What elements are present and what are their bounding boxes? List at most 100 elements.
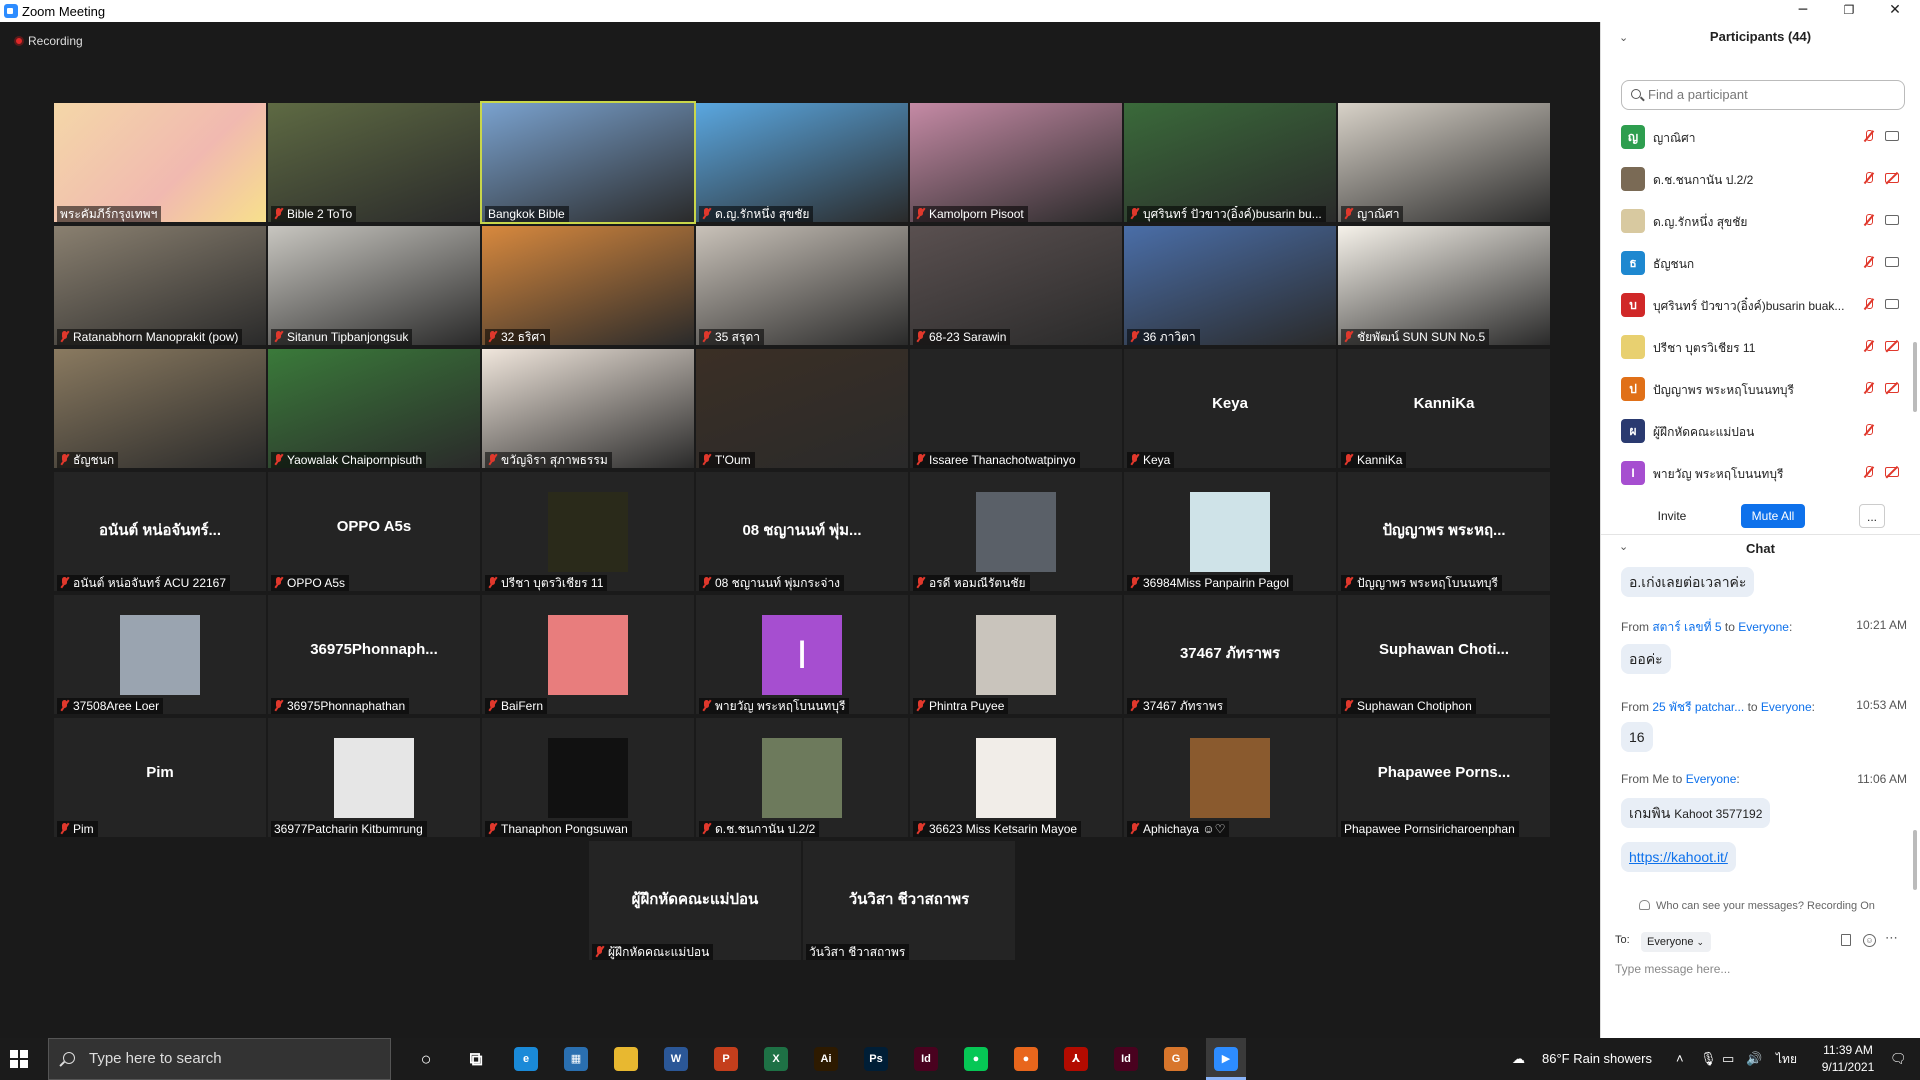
participant-video-tile[interactable]: ญาณิศา bbox=[1338, 103, 1550, 222]
chat-visibility-notice[interactable]: Who can see your messages? Recording On bbox=[1639, 900, 1875, 912]
camera-icon[interactable] bbox=[1885, 215, 1899, 225]
mic-muted-icon[interactable] bbox=[1863, 214, 1874, 227]
photoshop-icon[interactable]: Ps bbox=[864, 1047, 888, 1071]
more-button[interactable]: ... bbox=[1859, 504, 1885, 528]
participant-video-tile[interactable]: Thanaphon Pongsuwan bbox=[482, 718, 694, 837]
participant-video-tile[interactable]: 35 สรุดา bbox=[696, 226, 908, 345]
weather-text[interactable]: 86°F Rain showers bbox=[1542, 1038, 1652, 1080]
participant-video-tile[interactable]: 37508Aree Loer bbox=[54, 595, 266, 714]
cortana-icon[interactable]: ○ bbox=[414, 1047, 438, 1071]
participant-video-tile[interactable]: 36977Patcharin Kitbumrung bbox=[268, 718, 480, 837]
calculator-icon[interactable]: ▦ bbox=[564, 1047, 588, 1071]
participant-video-tile[interactable]: 32 ธริศา bbox=[482, 226, 694, 345]
weather-cloud-icon[interactable]: ☁ bbox=[1512, 1038, 1525, 1080]
network-icon[interactable]: ▭ bbox=[1722, 1038, 1734, 1080]
invite-button[interactable]: Invite bbox=[1647, 504, 1697, 528]
participant-video-tile[interactable]: Keya Keya bbox=[1124, 349, 1336, 468]
minimize-button[interactable]: ─ bbox=[1780, 0, 1826, 22]
camera-icon[interactable] bbox=[1885, 131, 1899, 141]
restore-button[interactable]: ❐ bbox=[1826, 0, 1872, 22]
participant-list-item[interactable]: ป ปัญญาพร พระหฤโบนนทบุรี bbox=[1601, 368, 1907, 408]
camera-off-icon[interactable] bbox=[1885, 467, 1899, 477]
firefox-icon[interactable]: ● bbox=[1014, 1047, 1038, 1071]
participant-video-tile[interactable]: ธัญชนก bbox=[54, 349, 266, 468]
participant-video-tile[interactable]: 36623 Miss Ketsarin Mayoe bbox=[910, 718, 1122, 837]
participant-video-tile[interactable]: Aphichaya ☺♡ bbox=[1124, 718, 1336, 837]
notification-icon[interactable]: 🗨 bbox=[1890, 1038, 1907, 1080]
zoom-icon[interactable]: ▶ bbox=[1214, 1047, 1238, 1071]
chat-message-input[interactable]: Type message here... bbox=[1615, 962, 1907, 976]
chat-recipient-dropdown[interactable]: Everyone ⌄ bbox=[1641, 932, 1711, 952]
mic-muted-icon[interactable] bbox=[1863, 382, 1874, 395]
close-button[interactable]: ✕ bbox=[1872, 0, 1918, 22]
participant-video-tile[interactable]: อรดี หอมณีรัตนชัย bbox=[910, 472, 1122, 591]
mute-all-button[interactable]: Mute All bbox=[1741, 504, 1805, 528]
participant-list-item[interactable]: ญ ญาณิศา bbox=[1601, 116, 1907, 156]
chat-more-icon[interactable]: ⋯ bbox=[1885, 930, 1898, 946]
camera-icon[interactable] bbox=[1885, 299, 1899, 309]
task-view-icon[interactable]: ⧉ bbox=[464, 1047, 488, 1071]
participant-video-tile[interactable]: ด.ญ.รักหนึ่ง สุขชัย bbox=[696, 103, 908, 222]
participant-video-tile[interactable]: 08 ชญานนท์ พุ่ม... 08 ชญานนท์ พุ่มกระจ่าง bbox=[696, 472, 908, 591]
participant-video-tile[interactable]: ปรีชา บุตรวิเชียร 11 bbox=[482, 472, 694, 591]
participant-list-item[interactable]: ธ ธัญชนก bbox=[1601, 242, 1907, 282]
emoji-icon[interactable]: ☺ bbox=[1863, 934, 1876, 947]
grammarly-icon[interactable]: G bbox=[1164, 1047, 1188, 1071]
participant-video-tile[interactable]: พระคัมภีร์กรุงเทพฯ bbox=[54, 103, 266, 222]
acrobat-icon[interactable]: ⅄ bbox=[1064, 1047, 1088, 1071]
participant-video-tile[interactable]: BaiFern bbox=[482, 595, 694, 714]
participant-video-tile[interactable]: Yaowalak Chaipornpisuth bbox=[268, 349, 480, 468]
participant-video-tile[interactable]: วันวิสา ชีวาสถาพร วันวิสา ชีวาสถาพร bbox=[803, 841, 1015, 960]
participant-video-tile[interactable]: 37467 ภัทราพร 37467 ภัทราพร bbox=[1124, 595, 1336, 714]
participant-video-tile[interactable]: ด.ช.ชนกานัน ป.2/2 bbox=[696, 718, 908, 837]
microphone-icon[interactable]: 🎙 bbox=[1700, 1038, 1717, 1080]
mic-muted-icon[interactable] bbox=[1863, 172, 1874, 185]
participant-video-tile[interactable]: Bangkok Bible bbox=[480, 101, 696, 224]
indesign-2-icon[interactable]: Id bbox=[1114, 1047, 1138, 1071]
input-language[interactable]: ไทย bbox=[1776, 1038, 1797, 1080]
participant-video-tile[interactable]: Phapawee Porns... Phapawee Pornsiricharoe… bbox=[1338, 718, 1550, 837]
participant-video-tile[interactable]: Suphawan Choti... Suphawan Chotiphon bbox=[1338, 595, 1550, 714]
participant-video-tile[interactable]: Phintra Puyee bbox=[910, 595, 1122, 714]
participant-video-tile[interactable]: ปัญญาพร พระหฤ... ปัญญาพร พระหฤโบนนทบุรี bbox=[1338, 472, 1550, 591]
participant-video-tile[interactable]: T'Oum bbox=[696, 349, 908, 468]
participant-list-item[interactable]: ด.ช.ชนกานัน ป.2/2 bbox=[1601, 158, 1907, 198]
participant-search-input[interactable]: Find a participant bbox=[1621, 80, 1905, 110]
mic-muted-icon[interactable] bbox=[1863, 424, 1874, 437]
recording-indicator[interactable]: Recording bbox=[14, 34, 83, 48]
participant-video-tile[interactable]: อนันต์ หน่อจันทร์... อนันต์ หน่อจันทร์ AC… bbox=[54, 472, 266, 591]
participant-video-tile[interactable]: KanniKa KanniKa bbox=[1338, 349, 1550, 468]
file-explorer-icon[interactable] bbox=[614, 1047, 638, 1071]
participant-video-tile[interactable]: ผู้ฝึกหัดคณะแม่ปอน ผู้ฝึกหัดคณะแม่ปอน bbox=[589, 841, 801, 960]
participant-video-tile[interactable]: 36984Miss Panpairin Pagol bbox=[1124, 472, 1336, 591]
tray-chevron-up-icon[interactable]: ˄ bbox=[1676, 1038, 1684, 1080]
mic-muted-icon[interactable] bbox=[1863, 466, 1874, 479]
powerpoint-icon[interactable]: P bbox=[714, 1047, 738, 1071]
participant-video-tile[interactable]: Pim Pim bbox=[54, 718, 266, 837]
illustrator-icon[interactable]: Ai bbox=[814, 1047, 838, 1071]
chat-scrollbar[interactable] bbox=[1913, 830, 1917, 890]
participant-video-tile[interactable]: Issaree Thanachotwatpinyo bbox=[910, 349, 1122, 468]
participant-video-tile[interactable]: Sitanun Tipbanjongsuk bbox=[268, 226, 480, 345]
mic-muted-icon[interactable] bbox=[1863, 256, 1874, 269]
camera-icon[interactable] bbox=[1885, 257, 1899, 267]
participant-video-tile[interactable]: 36 ภาวิตา bbox=[1124, 226, 1336, 345]
participant-scrollbar[interactable] bbox=[1913, 342, 1917, 412]
mic-muted-icon[interactable] bbox=[1863, 130, 1874, 143]
participant-list-item[interactable]: ปรีชา บุตรวิเชียร 11 bbox=[1601, 326, 1907, 366]
indesign-icon[interactable]: Id bbox=[914, 1047, 938, 1071]
taskbar-search-input[interactable]: Type here to search bbox=[48, 1038, 391, 1080]
mic-muted-icon[interactable] bbox=[1863, 298, 1874, 311]
mic-muted-icon[interactable] bbox=[1863, 340, 1874, 353]
participant-video-tile[interactable]: ชัยพัฒน์ SUN SUN No.5 bbox=[1338, 226, 1550, 345]
participant-video-tile[interactable]: OPPO A5s OPPO A5s bbox=[268, 472, 480, 591]
participant-list-item[interactable]: ด.ญ.รักหนึ่ง สุขชัย bbox=[1601, 200, 1907, 240]
line-icon[interactable]: ● bbox=[964, 1047, 988, 1071]
participant-video-tile[interactable]: 68-23 Sarawin bbox=[910, 226, 1122, 345]
participant-video-tile[interactable]: I พายวัญ พระหฤโบนนทบุรี bbox=[696, 595, 908, 714]
edge-icon[interactable]: e bbox=[514, 1047, 538, 1071]
participant-video-tile[interactable]: บุศรินทร์ ปัวขาว(อิ๋งค์)busarin bu... bbox=[1124, 103, 1336, 222]
chat-link[interactable]: https://kahoot.it/ bbox=[1621, 842, 1736, 872]
participant-video-tile[interactable]: Bible 2 ToTo bbox=[268, 103, 480, 222]
camera-off-icon[interactable] bbox=[1885, 383, 1899, 393]
